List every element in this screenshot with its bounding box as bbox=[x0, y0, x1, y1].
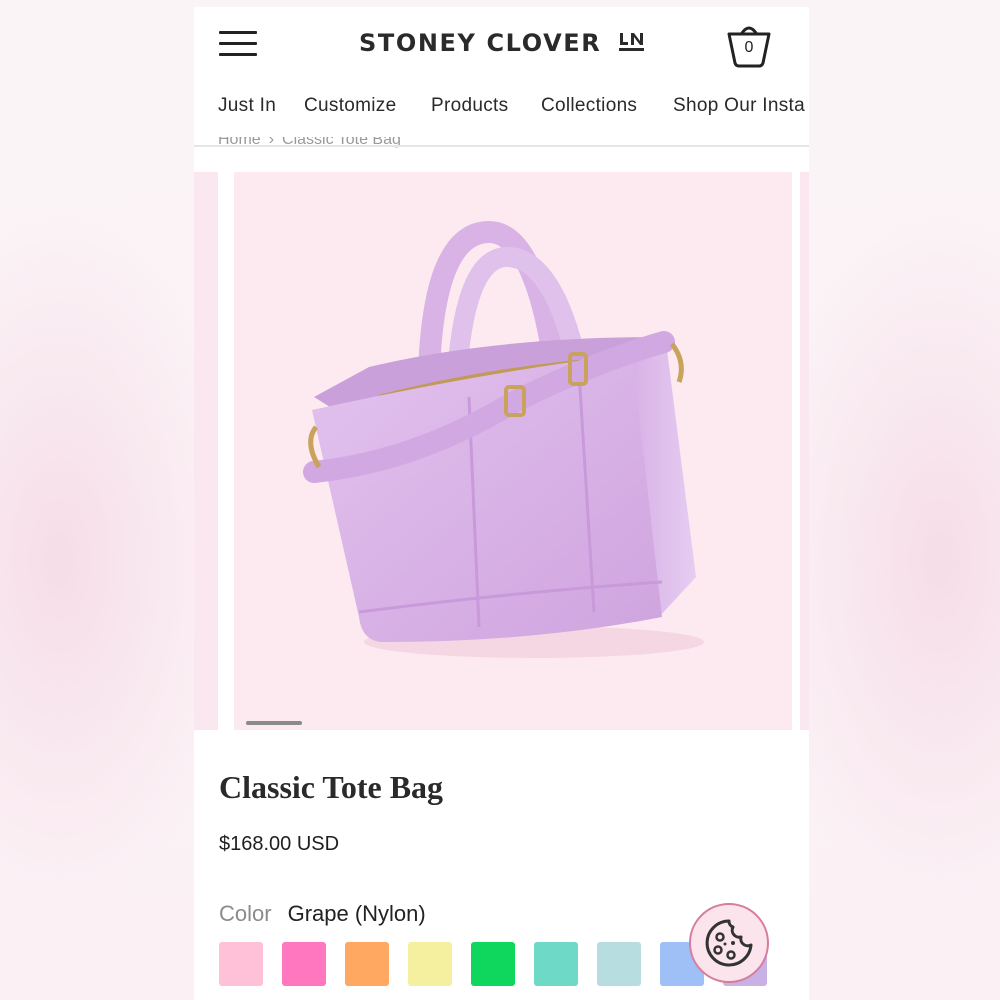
color-swatch[interactable] bbox=[282, 942, 326, 986]
nav-divider bbox=[194, 145, 809, 147]
cookie-preferences-button[interactable] bbox=[689, 903, 769, 983]
nav-item-shop-our-insta[interactable]: Shop Our Insta bbox=[673, 95, 805, 117]
product-image[interactable] bbox=[234, 172, 792, 730]
previous-slide-peek[interactable] bbox=[194, 172, 218, 730]
mobile-page: STONEY CLOVER 0 Home › Classic Tote Bag Ju… bbox=[194, 7, 809, 1000]
logo-mark-icon bbox=[619, 33, 644, 51]
next-slide-peek[interactable] bbox=[800, 172, 809, 730]
selected-color-value: Grape (Nylon) bbox=[287, 901, 426, 926]
brand-logo[interactable]: STONEY CLOVER bbox=[359, 29, 601, 57]
tote-bag-illustration bbox=[303, 220, 704, 658]
product-image-carousel[interactable] bbox=[194, 172, 809, 737]
color-swatch[interactable] bbox=[219, 942, 263, 986]
nav-item-customize[interactable]: Customize bbox=[304, 95, 396, 117]
color-swatch[interactable] bbox=[534, 942, 578, 986]
nav-item-collections[interactable]: Collections bbox=[541, 95, 637, 117]
color-swatch[interactable] bbox=[597, 942, 641, 986]
color-swatch[interactable] bbox=[345, 942, 389, 986]
color-selection-row: Color Grape (Nylon) bbox=[219, 901, 426, 927]
hamburger-menu-icon[interactable] bbox=[219, 31, 257, 57]
cart-button[interactable]: 0 bbox=[725, 21, 773, 69]
nav-item-products[interactable]: Products bbox=[431, 95, 508, 117]
product-price: $168.00 USD bbox=[219, 833, 340, 855]
color-label: Color bbox=[219, 901, 272, 926]
cart-count-badge: 0 bbox=[744, 39, 754, 56]
color-swatch[interactable] bbox=[471, 942, 515, 986]
nav-item-just-in[interactable]: Just In bbox=[218, 95, 276, 117]
category-nav: Just In Customize Products Collections S… bbox=[194, 87, 809, 137]
site-header: STONEY CLOVER 0 bbox=[194, 7, 809, 87]
carousel-progress-indicator bbox=[246, 721, 302, 725]
product-title: Classic Tote Bag bbox=[219, 769, 444, 805]
color-swatch[interactable] bbox=[408, 942, 452, 986]
cookie-icon bbox=[705, 919, 753, 967]
